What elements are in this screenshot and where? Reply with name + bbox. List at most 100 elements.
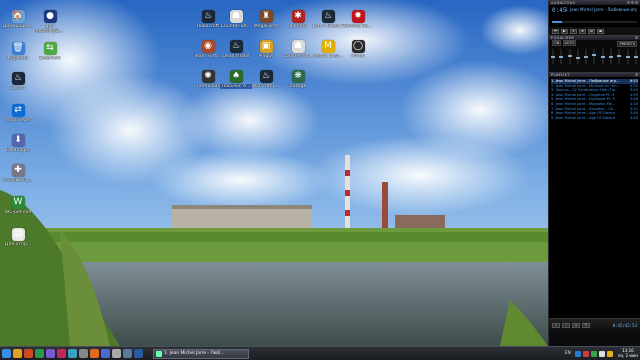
eject-button[interactable]: ⏏ bbox=[597, 28, 604, 34]
eq-slider[interactable] bbox=[559, 49, 564, 64]
volume-icon[interactable] bbox=[590, 350, 597, 357]
select-button[interactable]: ≡ bbox=[572, 323, 580, 328]
eq-on-button[interactable]: ON bbox=[552, 40, 562, 46]
desktop-icon[interactable]: ♨ Steam bbox=[2, 72, 34, 91]
browser-icon[interactable] bbox=[24, 349, 33, 358]
desktop-icon[interactable]: ▣ Pingus bbox=[250, 40, 282, 59]
download-icon[interactable] bbox=[90, 349, 99, 358]
eq-slider-knob[interactable] bbox=[559, 56, 564, 59]
desktop-icon[interactable]: 🏠 Домашний... bbox=[2, 10, 34, 29]
battery-icon[interactable] bbox=[598, 350, 605, 357]
desktop-icon[interactable]: W WC-pet.exe bbox=[2, 196, 34, 215]
add-track-button[interactable]: + bbox=[552, 323, 560, 328]
eq-slider[interactable] bbox=[617, 49, 622, 64]
desktop-icon[interactable]: ✸ Serious Sa... bbox=[342, 10, 374, 29]
desktop-icon[interactable]: 🗑 Корзина bbox=[2, 42, 34, 61]
eq-slider[interactable] bbox=[592, 49, 597, 64]
eq-slider[interactable] bbox=[633, 49, 638, 64]
desktop-icon[interactable]: ♨ Dead Island bbox=[220, 40, 252, 59]
desktop-icon[interactable]: ●gtk-recordMyDesktop bbox=[34, 10, 66, 34]
update-icon[interactable] bbox=[582, 350, 589, 357]
desktop-icon-label: Для отпр... bbox=[4, 242, 32, 247]
desktop-icon-label: Portal bbox=[351, 54, 365, 59]
game-icon: ▣ bbox=[259, 40, 273, 53]
desktop-icon[interactable]: ❋ Cartige bbox=[282, 70, 314, 89]
desktop-icon[interactable]: M Metro: Last... bbox=[312, 40, 344, 59]
eq-slider-knob[interactable] bbox=[551, 55, 555, 58]
desktop-icon[interactable]: ⇆ Ееteview bbox=[34, 42, 66, 61]
playlist-row[interactable]: 9. Jean Michel Jarre - Age Of Silence 3:4… bbox=[551, 116, 638, 121]
document-icon: ▤ bbox=[11, 228, 25, 241]
media-icon[interactable] bbox=[46, 349, 55, 358]
eq-slider-knob[interactable] bbox=[592, 54, 597, 57]
workspace-icon[interactable] bbox=[123, 349, 132, 358]
mail-icon[interactable] bbox=[101, 349, 110, 358]
eq-slider[interactable] bbox=[551, 49, 555, 64]
desktop-icon[interactable]: ✚ CrossDesig... bbox=[2, 164, 34, 183]
taskbar: 1. Jean Michel Jarre - Люб... EN 13:16 п… bbox=[0, 346, 640, 360]
close-icon[interactable] bbox=[635, 36, 638, 39]
keyboard-layout[interactable]: EN bbox=[565, 351, 571, 356]
eq-auto-button[interactable]: AUTO bbox=[562, 40, 577, 46]
notification-icon[interactable] bbox=[606, 350, 613, 357]
previous-button[interactable]: ⏮ bbox=[552, 28, 559, 34]
desktop-icon[interactable]: ☗ Counter-Str... bbox=[220, 10, 252, 29]
eq-slider-knob[interactable] bbox=[584, 55, 589, 58]
close-icon[interactable] bbox=[635, 1, 638, 4]
taskbar-task-audio-player[interactable]: 1. Jean Michel Jarre - Люб... bbox=[153, 348, 249, 359]
close-icon[interactable] bbox=[635, 73, 638, 76]
eq-slider[interactable] bbox=[584, 49, 589, 64]
seek-bar[interactable] bbox=[552, 21, 637, 23]
desktop-icon-label: Counter-Str... bbox=[282, 54, 314, 59]
workspace-icon[interactable] bbox=[134, 349, 143, 358]
chat-icon[interactable] bbox=[68, 349, 77, 358]
eq-sliders bbox=[551, 49, 638, 64]
eq-slider-knob[interactable] bbox=[609, 55, 614, 58]
settings-icon[interactable] bbox=[79, 349, 88, 358]
player-icon bbox=[156, 350, 162, 357]
shade-icon[interactable] bbox=[631, 1, 634, 4]
next-button[interactable]: ⏭ bbox=[588, 28, 595, 34]
eq-slider-knob[interactable] bbox=[567, 54, 572, 57]
pause-button[interactable]: ⏸ bbox=[570, 28, 577, 34]
minimize-icon[interactable] bbox=[627, 1, 630, 4]
game-icon: M bbox=[321, 40, 335, 53]
desktop-icon[interactable]: ▤ Для отпр... bbox=[2, 228, 34, 247]
eq-slider-knob[interactable] bbox=[575, 56, 580, 59]
eq-slider[interactable] bbox=[600, 49, 605, 64]
menu-icon[interactable] bbox=[2, 349, 11, 358]
misc-button[interactable]: ☰ bbox=[582, 323, 590, 328]
clock[interactable]: 13:16 пн, 2 июн bbox=[618, 348, 638, 358]
terminal-icon[interactable] bbox=[35, 349, 44, 358]
desktop-icon[interactable]: ♨ Warcraft р... bbox=[250, 70, 282, 89]
desktop-icon-label: Metro: Last... bbox=[312, 54, 344, 59]
player-display: 0:45 1. Jean Michel Jarre - Любовные игр… bbox=[549, 5, 640, 27]
eq-slider-knob[interactable] bbox=[625, 55, 630, 58]
eq-slider-knob[interactable] bbox=[633, 56, 638, 59]
network-icon[interactable] bbox=[574, 350, 581, 357]
transport-controls: ⏮ ▶ ⏸ ⏹ ⏭ ⏏ bbox=[549, 27, 640, 35]
desktop-switch-icon[interactable] bbox=[112, 349, 121, 358]
eq-slider[interactable] bbox=[609, 49, 614, 64]
desktop-icon[interactable]: ⬇ DManager bbox=[2, 134, 34, 153]
play-button[interactable]: ▶ bbox=[561, 28, 568, 34]
eq-slider-knob[interactable] bbox=[600, 56, 605, 59]
desktop-icon-label: Warcraft р... bbox=[251, 84, 281, 89]
desktop-icon[interactable]: ✱ Xonotic bbox=[282, 10, 314, 29]
stop-button[interactable]: ⏹ bbox=[579, 28, 586, 34]
eq-slider-knob[interactable] bbox=[617, 54, 622, 57]
desktop-icon[interactable]: ◯ Portal bbox=[342, 40, 374, 59]
eq-slider[interactable] bbox=[567, 49, 572, 64]
music-icon[interactable] bbox=[57, 349, 66, 358]
desktop-icon[interactable]: ☗ Counter-Str... bbox=[282, 40, 314, 59]
folder-icon[interactable] bbox=[13, 349, 22, 358]
eq-slider[interactable] bbox=[625, 49, 630, 64]
remove-track-button[interactable]: − bbox=[562, 323, 570, 328]
desktop-icon[interactable]: ♜ MegaGlest bbox=[250, 10, 282, 29]
desktop-icon[interactable]: ♠ Пасьянс А... bbox=[220, 70, 252, 90]
eq-presets-button[interactable]: PRESETS bbox=[617, 41, 637, 47]
desktop-icon[interactable]: ♨ Left 4 Dead 2 bbox=[312, 10, 344, 29]
eq-slider[interactable] bbox=[575, 49, 580, 64]
desktop-icon[interactable]: ⇄ teamviewer bbox=[2, 104, 34, 123]
trash-icon: 🗑 bbox=[11, 42, 25, 55]
